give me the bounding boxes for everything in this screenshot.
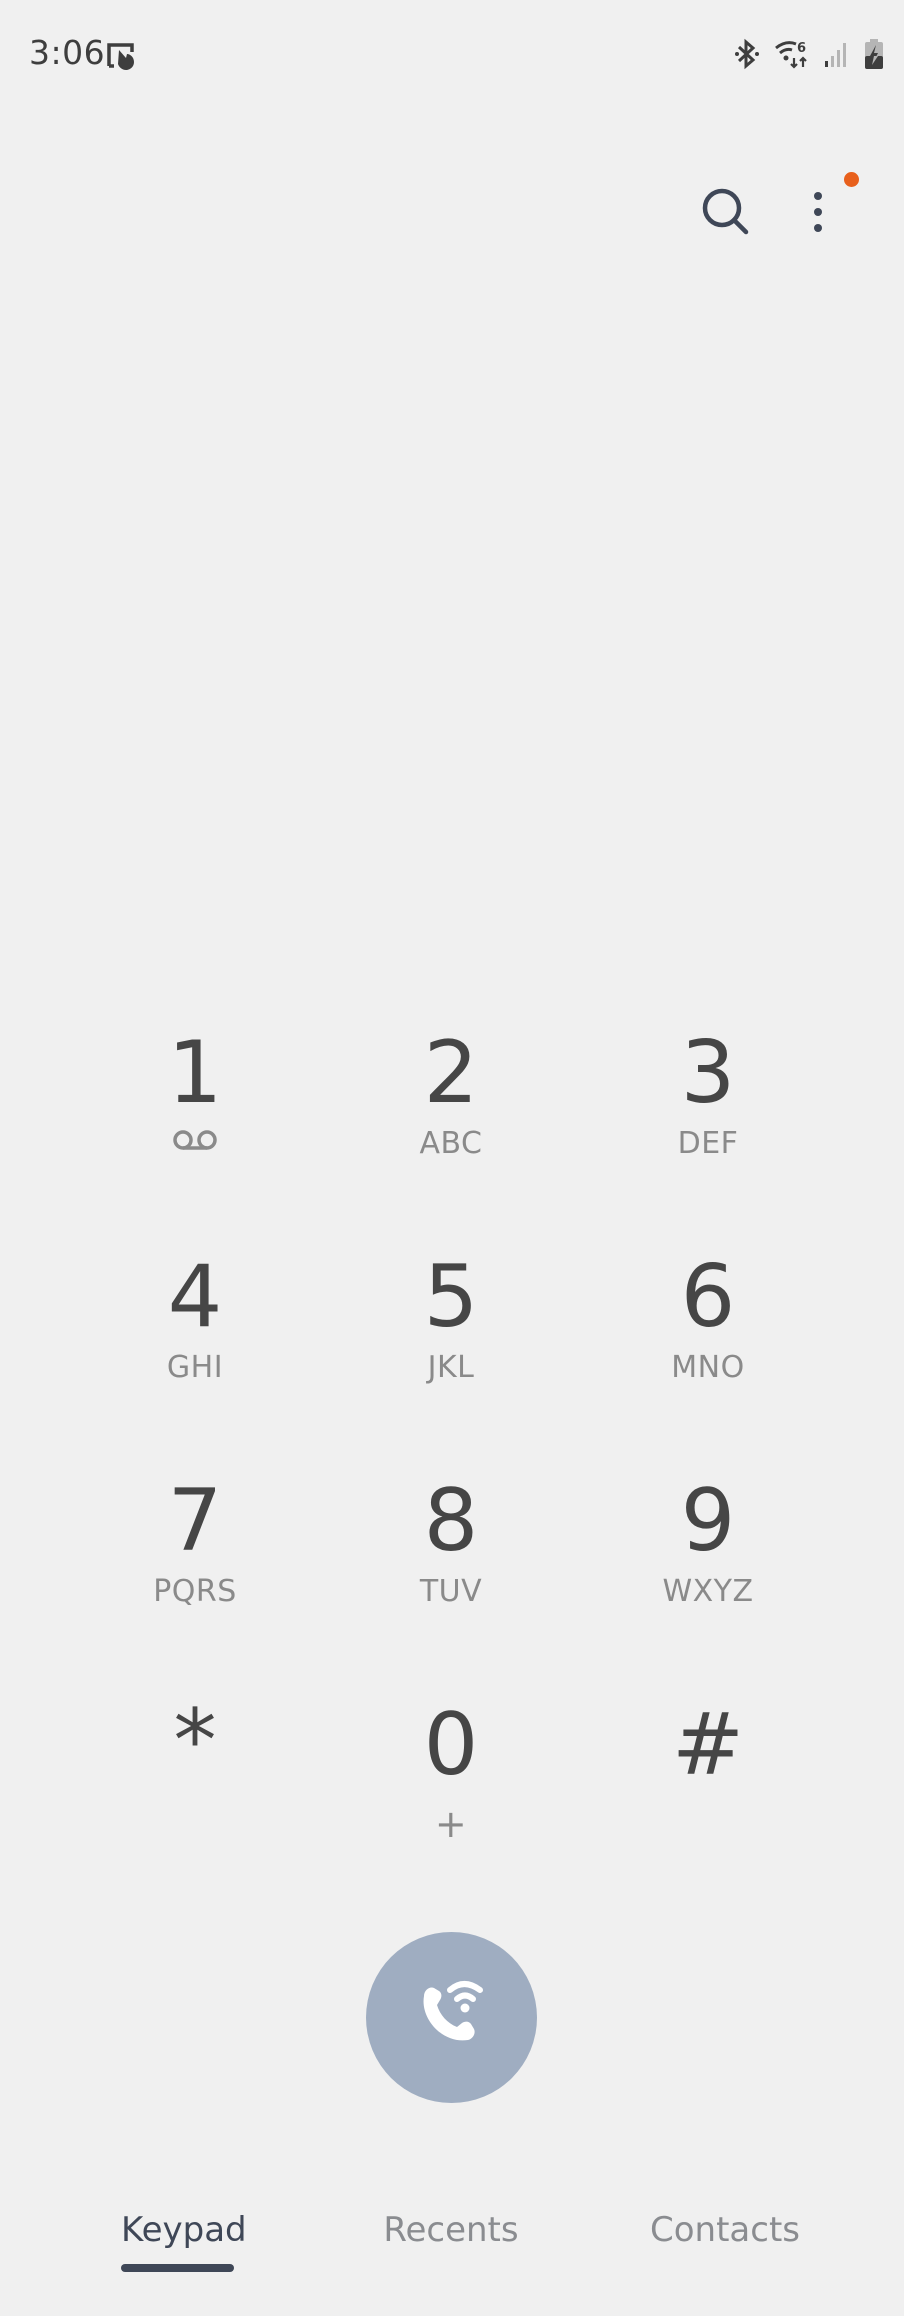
key-digit: 4 — [167, 1247, 223, 1347]
status-time: 3:06 — [29, 33, 106, 72]
key-letters: PQRS — [153, 1574, 237, 1609]
key-letters: DEF — [677, 1126, 739, 1161]
key-letters: ABC — [419, 1126, 483, 1161]
key-1[interactable]: 1 — [95, 1030, 295, 1220]
tab-contacts[interactable]: Contacts — [640, 2210, 810, 2250]
key-letters: MNO — [671, 1350, 745, 1385]
key-8[interactable]: 8 TUV — [351, 1478, 551, 1668]
key-0[interactable]: 0 + — [351, 1702, 551, 1892]
svg-text:6: 6 — [797, 41, 806, 56]
wifi-call-icon — [423, 1980, 483, 2040]
search-button[interactable] — [690, 176, 762, 248]
key-digit: 3 — [680, 1023, 736, 1123]
key-digit: 9 — [680, 1471, 736, 1571]
wifi-6-icon: 6 — [774, 38, 810, 74]
key-digit: 2 — [423, 1023, 479, 1123]
key-letters: TUV — [419, 1574, 483, 1609]
key-letters: WXYZ — [662, 1574, 754, 1609]
key-digit: * — [173, 1691, 217, 1791]
tab-recents[interactable]: Recents — [371, 2210, 531, 2250]
search-icon — [702, 188, 749, 235]
key-star[interactable]: * — [95, 1698, 295, 1888]
key-4[interactable]: 4 GHI — [95, 1254, 295, 1444]
key-5[interactable]: 5 JKL — [351, 1254, 551, 1444]
bluetooth-icon — [734, 38, 760, 74]
tab-keypad[interactable]: Keypad — [121, 2210, 247, 2250]
signal-icon — [824, 40, 850, 72]
key-digit: 8 — [423, 1471, 479, 1571]
notification-dot — [844, 172, 859, 187]
key-digit: 6 — [680, 1247, 736, 1347]
voicemail-icon — [171, 1128, 219, 1160]
key-7[interactable]: 7 PQRS — [95, 1478, 295, 1668]
bottom-tabs: Keypad Recents Contacts — [0, 2210, 904, 2290]
key-hash[interactable]: # — [608, 1702, 808, 1892]
key-letters: JKL — [427, 1350, 475, 1385]
key-3[interactable]: 3 DEF — [608, 1030, 808, 1220]
key-6[interactable]: 6 MNO — [608, 1254, 808, 1444]
key-digit: 7 — [167, 1471, 223, 1571]
active-tab-indicator — [121, 2264, 234, 2272]
key-plus: + — [434, 1802, 468, 1846]
screen-touch-icon — [106, 40, 138, 72]
key-2[interactable]: 2 ABC — [351, 1030, 551, 1220]
key-9[interactable]: 9 WXYZ — [608, 1478, 808, 1668]
key-letters: GHI — [166, 1350, 224, 1385]
key-digit: 5 — [423, 1247, 479, 1347]
battery-charging-icon — [864, 39, 884, 73]
key-digit: 0 — [423, 1695, 479, 1795]
status-icons: 6 — [734, 36, 884, 76]
key-digit: 1 — [167, 1023, 223, 1123]
key-digit: # — [671, 1695, 745, 1795]
call-button[interactable] — [366, 1932, 537, 2103]
more-vert-icon — [814, 192, 822, 232]
more-options-button[interactable] — [790, 176, 846, 248]
